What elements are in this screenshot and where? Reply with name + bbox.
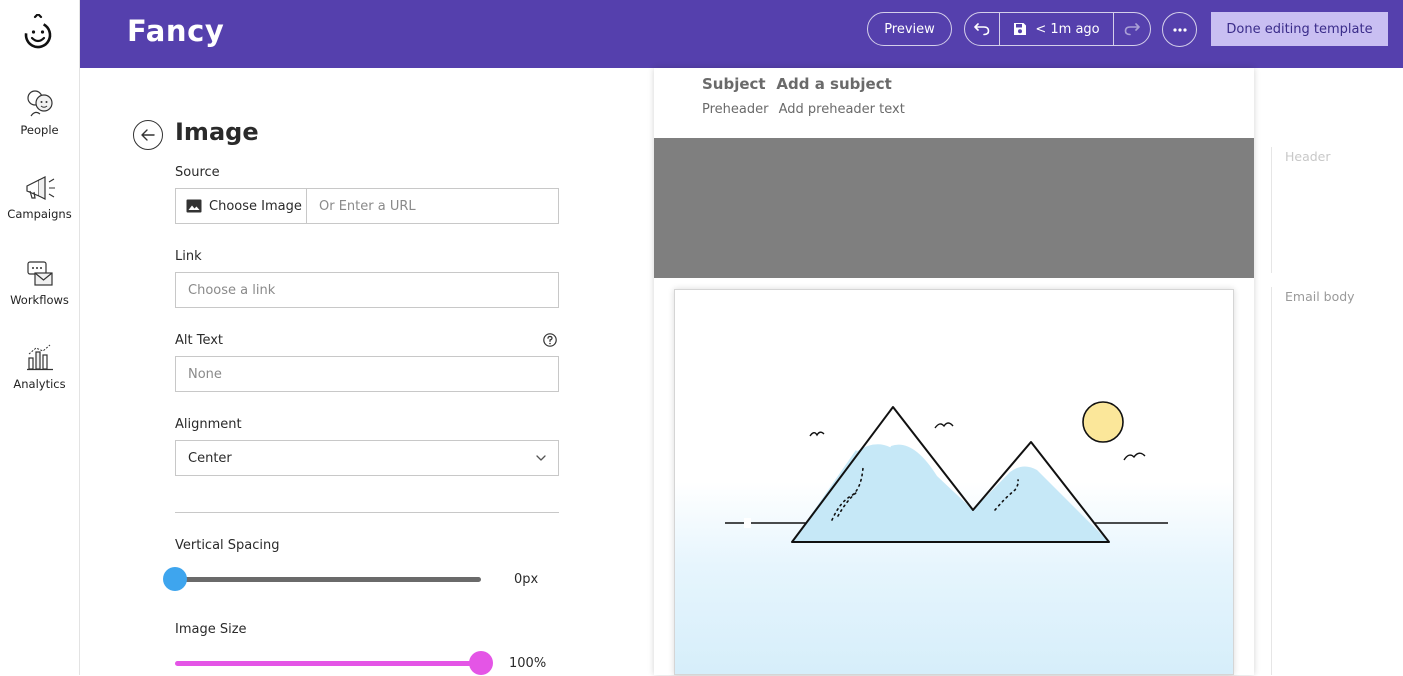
undo-icon — [974, 23, 990, 36]
alignment-value: Center — [188, 450, 232, 466]
done-editing-button[interactable]: Done editing template — [1211, 12, 1388, 46]
arrow-left-icon — [141, 129, 155, 141]
mountain-illustration — [725, 401, 1168, 543]
email-preview: Subject Add a subject Preheader Add preh… — [654, 68, 1254, 675]
image-size-value: 100% — [509, 656, 547, 671]
nav-label: Campaigns — [7, 207, 72, 221]
subject-placeholder: Add a subject — [776, 75, 892, 93]
vertical-spacing-slider-thumb[interactable] — [163, 567, 187, 591]
email-header-block[interactable] — [654, 138, 1254, 278]
subject-row[interactable]: Subject Add a subject — [702, 75, 892, 93]
panel-title: Image — [175, 118, 259, 146]
redo-button[interactable] — [1114, 13, 1150, 45]
email-canvas: Subject Add a subject Preheader Add preh… — [654, 68, 1403, 675]
nav-campaigns[interactable]: Campaigns — [0, 174, 79, 221]
vertical-spacing-value: 0px — [514, 572, 539, 587]
nav-label: Workflows — [10, 293, 69, 307]
back-button[interactable] — [133, 120, 163, 150]
history-group: < 1m ago — [964, 12, 1151, 46]
save-icon — [1014, 23, 1027, 35]
preheader-placeholder: Add preheader text — [778, 102, 905, 117]
nav-workflows[interactable]: Workflows — [0, 258, 79, 307]
nav-label: People — [20, 123, 59, 137]
preview-button[interactable]: Preview — [867, 12, 952, 46]
vertical-spacing-label: Vertical Spacing — [175, 538, 280, 553]
header-section-label: Header — [1285, 149, 1331, 164]
alt-text-label: Alt Text — [175, 333, 224, 348]
nav-people[interactable]: People — [0, 86, 79, 137]
save-status: < 1m ago — [1035, 21, 1100, 37]
undo-button[interactable] — [965, 13, 1000, 45]
body-section-label: Email body — [1285, 289, 1355, 304]
chevron-down-icon — [536, 455, 546, 461]
choose-image-button[interactable]: Choose Image — [176, 189, 307, 223]
nav-analytics[interactable]: Analytics — [0, 342, 79, 391]
body-section-line — [1271, 287, 1272, 675]
redo-icon — [1124, 23, 1140, 36]
link-label: Link — [175, 249, 202, 264]
source-field: Choose Image — [175, 188, 559, 224]
image-size-slider-thumb[interactable] — [469, 651, 493, 675]
alignment-select[interactable]: Center — [175, 440, 559, 476]
subject-label: Subject — [702, 75, 766, 93]
header-section-line — [1271, 147, 1272, 273]
image-block[interactable] — [674, 289, 1234, 675]
divider — [175, 512, 559, 513]
choose-image-label: Choose Image — [209, 198, 302, 214]
nav-label: Analytics — [13, 377, 66, 391]
app-title: Fancy — [127, 14, 225, 48]
source-label: Source — [175, 165, 220, 180]
image-size-label: Image Size — [175, 622, 247, 637]
image-icon — [186, 199, 202, 213]
image-properties-panel: Image Source Choose Image Link Alt Text … — [80, 68, 654, 675]
logo-icon[interactable] — [22, 14, 54, 50]
workflow-icon — [26, 261, 53, 286]
alt-text-input[interactable] — [175, 356, 559, 392]
preheader-row[interactable]: Preheader Add preheader text — [702, 102, 905, 117]
preheader-label: Preheader — [702, 102, 769, 117]
megaphone-icon — [25, 176, 55, 200]
alignment-label: Alignment — [175, 417, 242, 432]
more-icon — [1172, 27, 1187, 32]
top-bar: Fancy Preview < 1m ago Done editing temp… — [80, 0, 1403, 68]
save-button[interactable]: < 1m ago — [1000, 13, 1115, 45]
vertical-spacing-slider[interactable] — [175, 577, 481, 582]
help-icon[interactable] — [543, 333, 557, 347]
image-url-input[interactable] — [307, 189, 558, 223]
app-sidebar: People Campaigns Workflows Analytics — [0, 0, 80, 675]
more-options-button[interactable] — [1162, 12, 1197, 47]
link-input[interactable] — [175, 272, 559, 308]
analytics-icon — [26, 344, 53, 371]
people-icon — [26, 90, 53, 117]
image-size-slider[interactable] — [175, 661, 481, 666]
